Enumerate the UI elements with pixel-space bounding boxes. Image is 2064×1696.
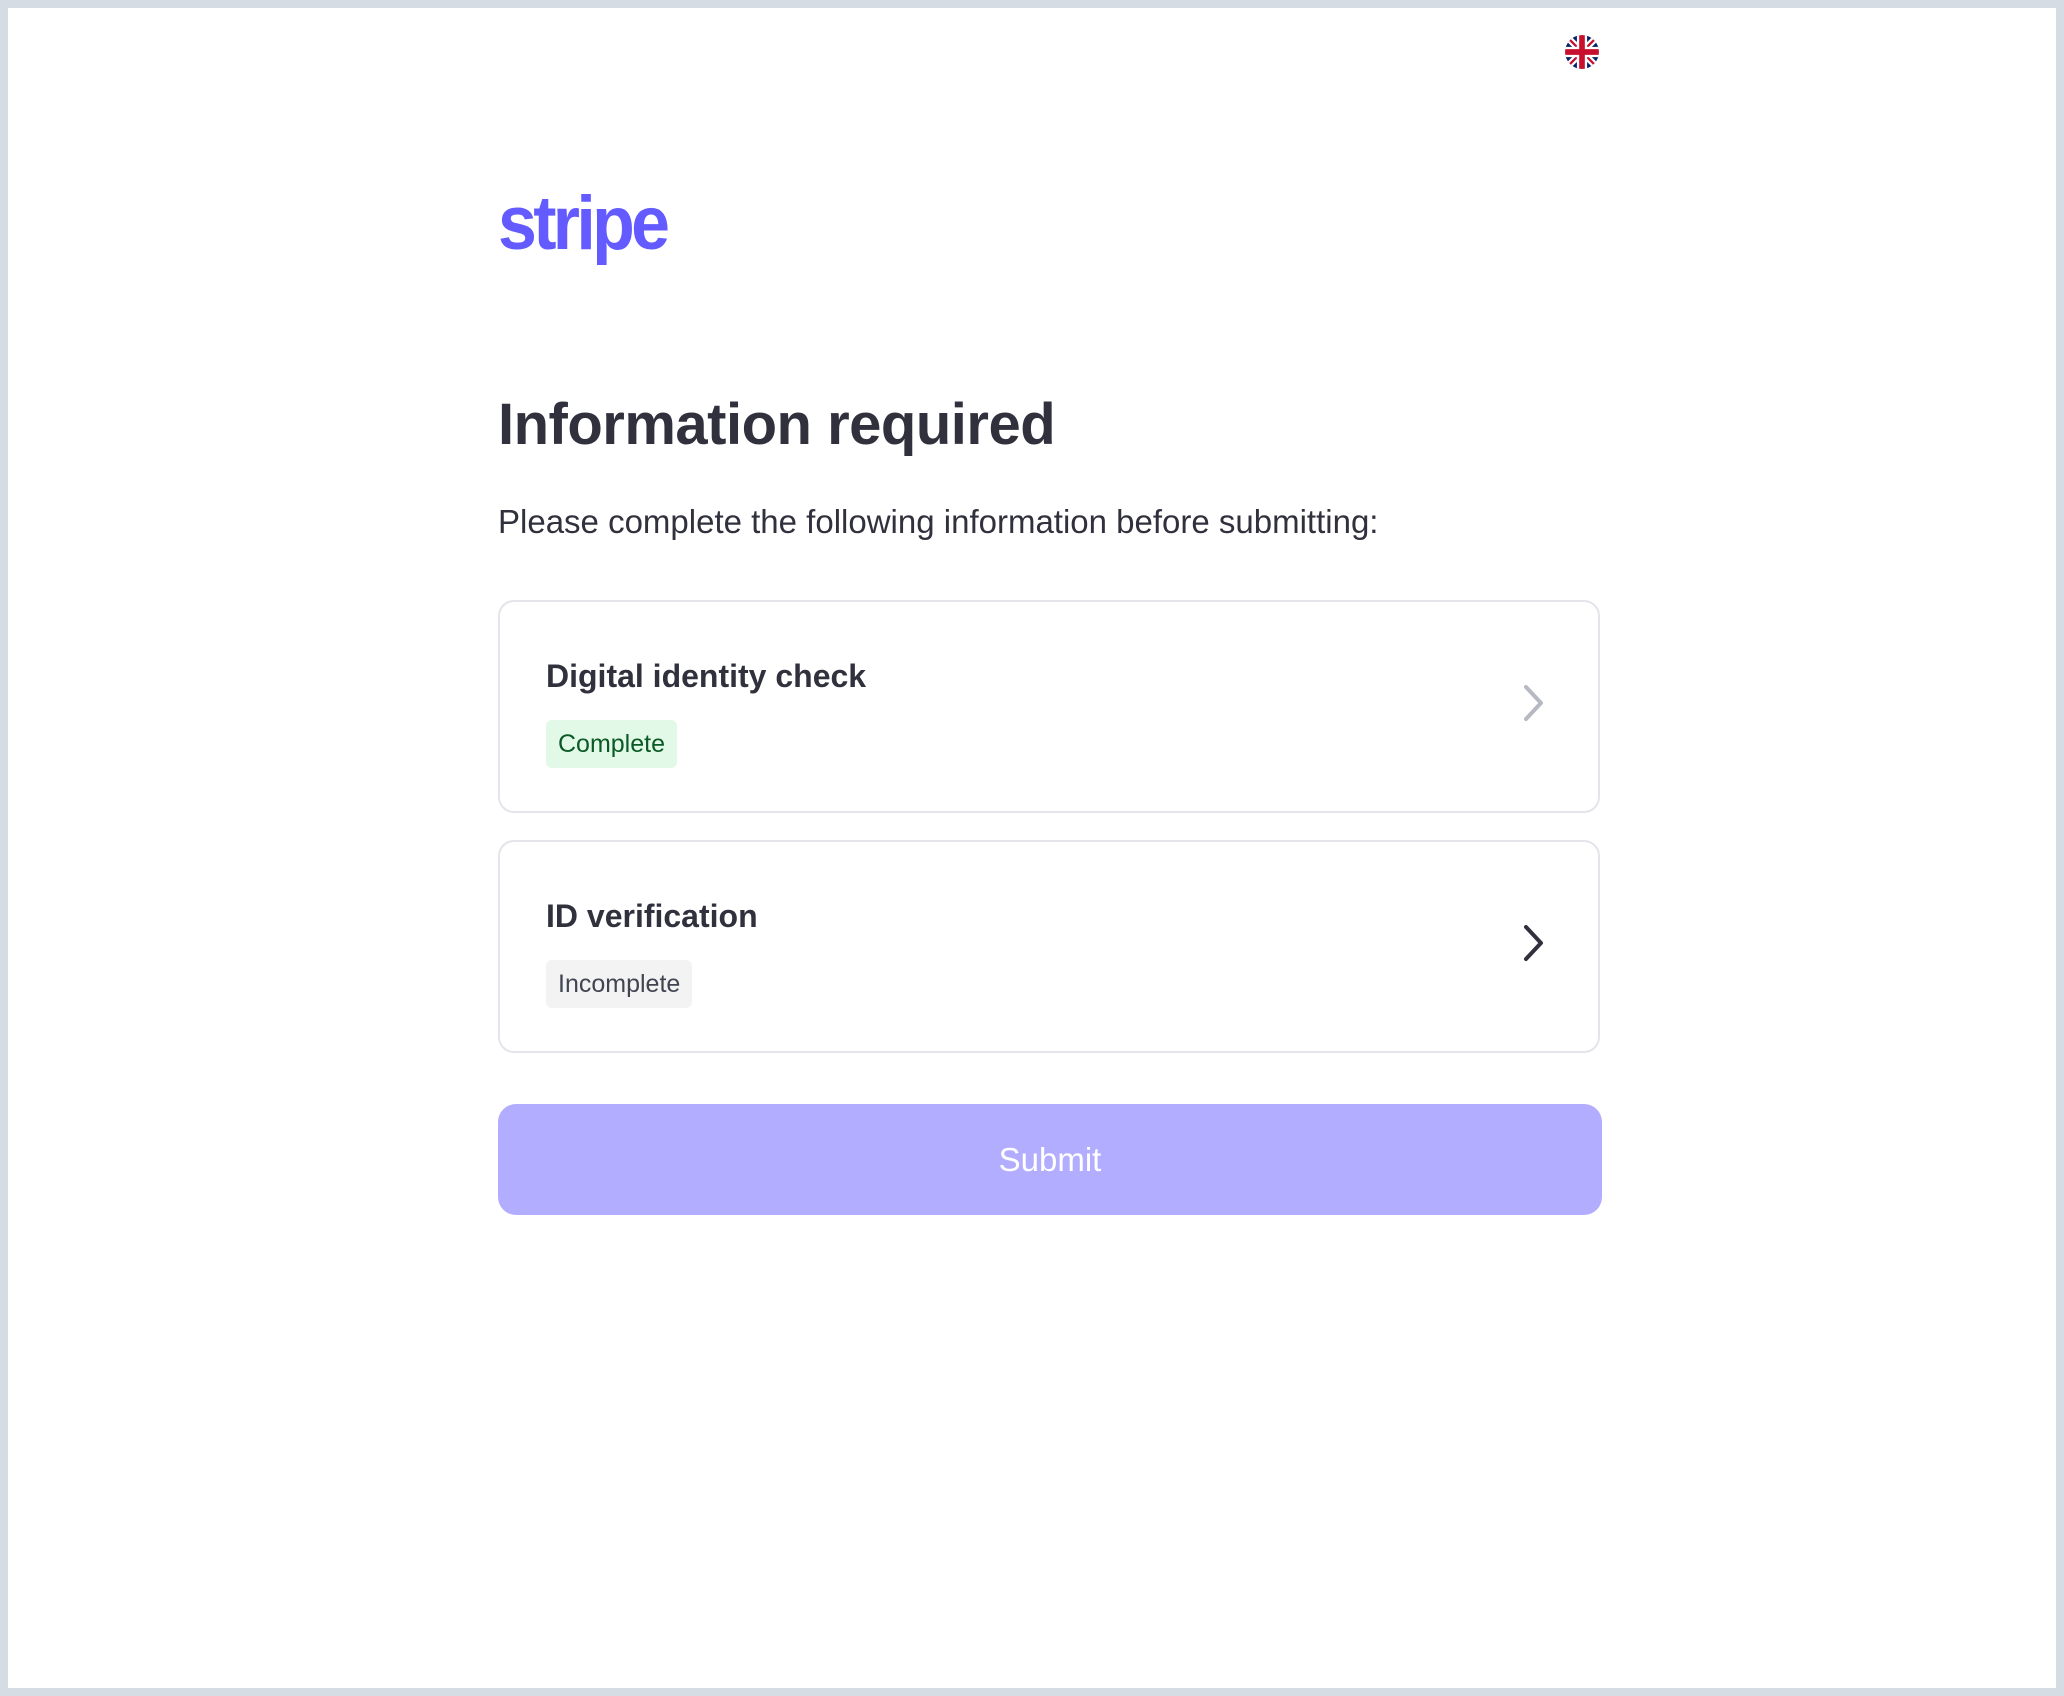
task-title: ID verification: [546, 898, 758, 934]
uk-flag-icon[interactable]: [1565, 35, 1599, 69]
status-badge: Incomplete: [546, 960, 693, 1008]
page-title: Information required: [498, 392, 1056, 457]
task-card-digital-identity-check[interactable]: Digital identity check Complete: [498, 600, 1600, 813]
submit-button[interactable]: Submit: [498, 1104, 1602, 1215]
task-card-id-verification[interactable]: ID verification Incomplete: [498, 840, 1600, 1053]
chevron-right-icon: [1522, 683, 1546, 723]
status-badge: Complete: [546, 720, 677, 768]
page-frame: stripe Information required Please compl…: [8, 8, 2056, 1688]
stripe-logo: stripe: [498, 181, 670, 266]
page-subtitle: Please complete the following informatio…: [498, 503, 1379, 540]
task-title: Digital identity check: [546, 658, 867, 694]
chevron-right-icon: [1522, 923, 1546, 963]
